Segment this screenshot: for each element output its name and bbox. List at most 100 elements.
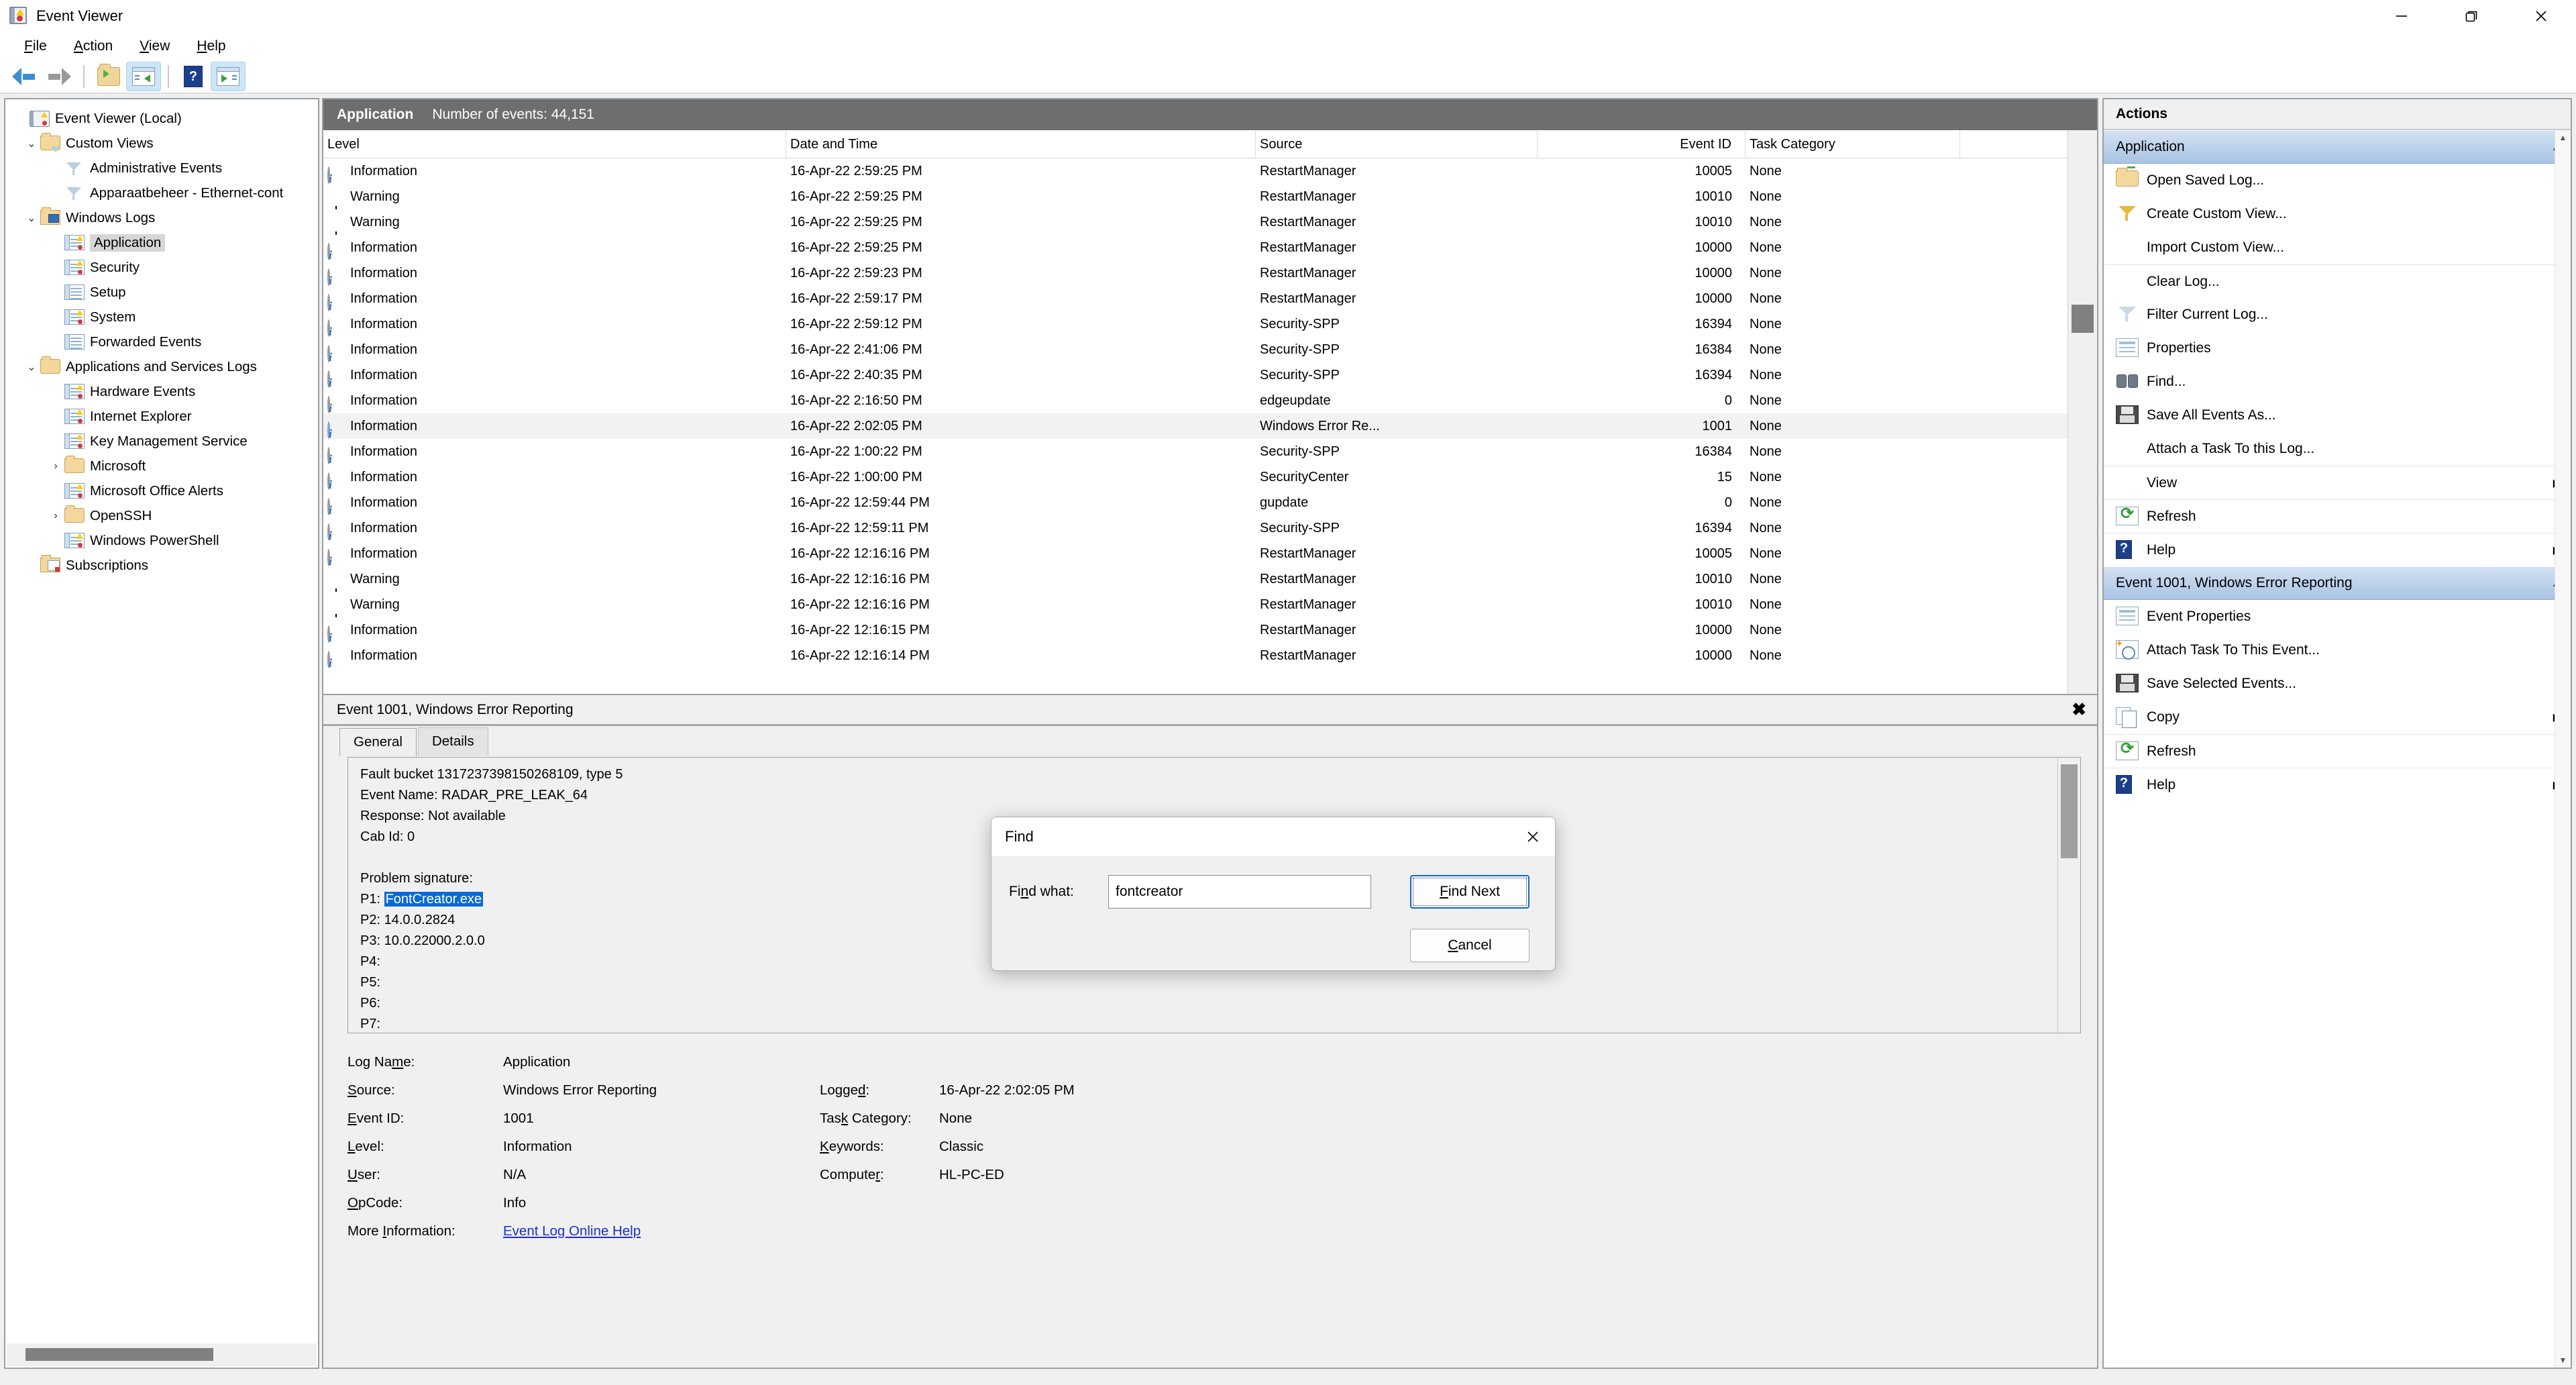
- menu-help[interactable]: Help: [183, 36, 239, 57]
- action-item-refresh[interactable]: Refresh: [2104, 499, 2571, 533]
- table-row[interactable]: Warning 16-Apr-22 12:16:16 PM RestartManag…: [323, 592, 2068, 617]
- action-item-find[interactable]: Find...: [2104, 365, 2571, 399]
- action-item-save-all-events-as[interactable]: Save All Events As...: [2104, 399, 2571, 432]
- action-item-copy[interactable]: Copy▶: [2104, 701, 2571, 734]
- tree-item-apparaatbeheer-ethernet-cont[interactable]: Apparaatbeheer - Ethernet-cont: [5, 181, 318, 205]
- table-row[interactable]: Information 16-Apr-22 2:59:17 PM RestartMa…: [323, 286, 2068, 311]
- toggle-navigation-pane-button[interactable]: [126, 62, 161, 91]
- column-header-source[interactable]: Source: [1256, 130, 1538, 158]
- table-row[interactable]: Information 16-Apr-22 1:00:22 PM Security-…: [323, 439, 2068, 464]
- action-item-attach-a-task-to-this-log[interactable]: Attach a Task To this Log...: [2104, 432, 2571, 466]
- action-item-clear-log[interactable]: Clear Log...: [2104, 264, 2571, 298]
- actions-group-header[interactable]: Application ▲: [2104, 130, 2571, 164]
- find-dialog-left: Find what: fontcreator: [1009, 875, 1390, 962]
- tree-item-setup[interactable]: Setup: [5, 280, 318, 305]
- action-item-create-custom-view[interactable]: Create Custom View...: [2104, 197, 2571, 231]
- action-item-import-custom-view[interactable]: Import Custom View...: [2104, 231, 2571, 264]
- find-next-button[interactable]: Find Next: [1410, 875, 1529, 909]
- tab-details[interactable]: Details: [417, 727, 488, 756]
- table-row[interactable]: Warning 16-Apr-22 2:59:25 PM RestartManage…: [323, 209, 2068, 235]
- action-item-open-saved-log[interactable]: Open Saved Log...: [2104, 164, 2571, 197]
- table-row[interactable]: Information 16-Apr-22 2:40:35 PM Security-…: [323, 362, 2068, 388]
- chevron-down-icon[interactable]: ⌄: [23, 360, 40, 374]
- table-row[interactable]: Information 16-Apr-22 2:59:25 PM RestartMa…: [323, 158, 2068, 184]
- action-item-help[interactable]: Help▶: [2104, 533, 2571, 566]
- tab-general[interactable]: General: [339, 728, 417, 756]
- chevron-down-icon[interactable]: ⌄: [23, 211, 40, 225]
- show-console-tree-button[interactable]: [91, 62, 126, 91]
- event-log-online-help-link[interactable]: Event Log Online Help: [503, 1223, 820, 1239]
- tree-item-key-management-service[interactable]: Key Management Service: [5, 429, 318, 454]
- action-item-properties[interactable]: Properties: [2104, 331, 2571, 365]
- tree-item-administrative-events[interactable]: Administrative Events: [5, 156, 318, 181]
- menu-file[interactable]: File: [11, 36, 60, 57]
- tree-item-application[interactable]: Application: [5, 230, 318, 255]
- tree-item-system[interactable]: System: [5, 305, 318, 329]
- tree-item-microsoft[interactable]: › Microsoft: [5, 454, 318, 478]
- actions-group-header[interactable]: Event 1001, Windows Error Reporting▲: [2104, 566, 2571, 600]
- table-row[interactable]: Information 16-Apr-22 12:16:15 PM RestartM…: [323, 617, 2068, 643]
- table-row[interactable]: Information 16-Apr-22 2:59:12 PM Security-…: [323, 311, 2068, 337]
- tree-item-microsoft-office-alerts[interactable]: Microsoft Office Alerts: [5, 478, 318, 503]
- tree-item-hardware-events[interactable]: Hardware Events: [5, 379, 318, 404]
- tree-item-subscriptions[interactable]: Subscriptions: [5, 553, 318, 578]
- chevron-down-icon[interactable]: ⌄: [23, 137, 40, 150]
- table-row[interactable]: Information 16-Apr-22 12:59:44 PM gupdate 0…: [323, 490, 2068, 515]
- back-button[interactable]: [7, 62, 42, 91]
- action-item-view[interactable]: View▶: [2104, 466, 2571, 499]
- table-row[interactable]: Information 16-Apr-22 12:16:16 PM RestartM…: [323, 541, 2068, 566]
- action-item-filter-current-log[interactable]: Filter Current Log...: [2104, 298, 2571, 331]
- forward-button[interactable]: [42, 62, 76, 91]
- scroll-down-icon[interactable]: ▼: [2555, 1353, 2571, 1368]
- table-row[interactable]: Information 16-Apr-22 12:16:14 PM RestartM…: [323, 643, 2068, 668]
- column-header-task-category[interactable]: Task Category: [1746, 130, 1960, 158]
- event-list-vertical-scrollbar[interactable]: [2068, 130, 2097, 694]
- actions-vertical-scrollbar[interactable]: ▲ ▼: [2555, 130, 2571, 1368]
- close-icon[interactable]: [1511, 817, 1555, 856]
- scroll-up-icon[interactable]: ▲: [2555, 130, 2571, 145]
- action-item-event-properties[interactable]: Event Properties: [2104, 600, 2571, 633]
- chevron-right-icon[interactable]: ›: [47, 460, 64, 472]
- column-header-date[interactable]: Date and Time: [786, 130, 1256, 158]
- action-item-refresh[interactable]: Refresh: [2104, 734, 2571, 768]
- maximize-icon[interactable]: [2436, 0, 2506, 32]
- column-header-event-id[interactable]: Event ID: [1538, 130, 1746, 158]
- action-item-help[interactable]: Help▶: [2104, 768, 2571, 801]
- toggle-action-pane-button[interactable]: [211, 62, 246, 91]
- table-row[interactable]: Information 16-Apr-22 2:59:25 PM RestartMa…: [323, 235, 2068, 260]
- tree-item-openssh[interactable]: › OpenSSH: [5, 503, 318, 528]
- cancel-button[interactable]: Cancel: [1410, 929, 1529, 962]
- tree-item-applications-and-services-logs[interactable]: ⌄ Applications and Services Logs: [5, 354, 318, 379]
- column-header-level[interactable]: Level: [323, 130, 786, 158]
- tree-item-windows-powershell[interactable]: Windows PowerShell: [5, 528, 318, 553]
- tree-item-internet-explorer[interactable]: Internet Explorer: [5, 404, 318, 429]
- tree-horizontal-scrollbar[interactable]: [7, 1343, 317, 1366]
- table-row[interactable]: Information 16-Apr-22 2:16:50 PM edgeupdat…: [323, 388, 2068, 413]
- table-row[interactable]: Information 16-Apr-22 2:02:05 PM Windows E…: [323, 413, 2068, 439]
- table-row[interactable]: Warning 16-Apr-22 2:59:25 PM RestartManage…: [323, 184, 2068, 209]
- tree-hscroll-thumb[interactable]: [25, 1348, 213, 1361]
- tree-item-windows-logs[interactable]: ⌄ Windows Logs: [5, 205, 318, 230]
- find-what-input[interactable]: fontcreator: [1108, 875, 1371, 909]
- help-button[interactable]: ?: [176, 62, 211, 91]
- close-icon[interactable]: [2506, 0, 2576, 32]
- general-text-scroll-thumb[interactable]: [2061, 764, 2078, 858]
- event-list-vscroll-thumb[interactable]: [2072, 305, 2094, 333]
- table-row[interactable]: Information 16-Apr-22 1:00:00 PM SecurityC…: [323, 464, 2068, 490]
- action-item-save-selected-events[interactable]: Save Selected Events...: [2104, 667, 2571, 701]
- tree-item-security[interactable]: Security: [5, 255, 318, 280]
- tree-item-event-viewer-local[interactable]: Event Viewer (Local): [5, 106, 318, 131]
- minimize-icon[interactable]: [2367, 0, 2436, 32]
- action-item-attach-task-to-this-event[interactable]: ✦ Attach Task To This Event...: [2104, 633, 2571, 667]
- table-row[interactable]: Information 16-Apr-22 2:41:06 PM Security-…: [323, 337, 2068, 362]
- tree-item-custom-views[interactable]: ⌄ Custom Views: [5, 131, 318, 156]
- menu-view[interactable]: View: [126, 36, 183, 57]
- menu-action[interactable]: Action: [60, 36, 126, 57]
- tree-item-forwarded-events[interactable]: Forwarded Events: [5, 329, 318, 354]
- general-text-scrollbar[interactable]: [2057, 758, 2080, 1033]
- close-icon[interactable]: ✖: [2072, 701, 2086, 718]
- table-row[interactable]: Warning 16-Apr-22 12:16:16 PM RestartManag…: [323, 566, 2068, 592]
- chevron-right-icon[interactable]: ›: [47, 510, 64, 522]
- table-row[interactable]: Information 16-Apr-22 12:59:11 PM Security…: [323, 515, 2068, 541]
- table-row[interactable]: Information 16-Apr-22 2:59:23 PM RestartMa…: [323, 260, 2068, 286]
